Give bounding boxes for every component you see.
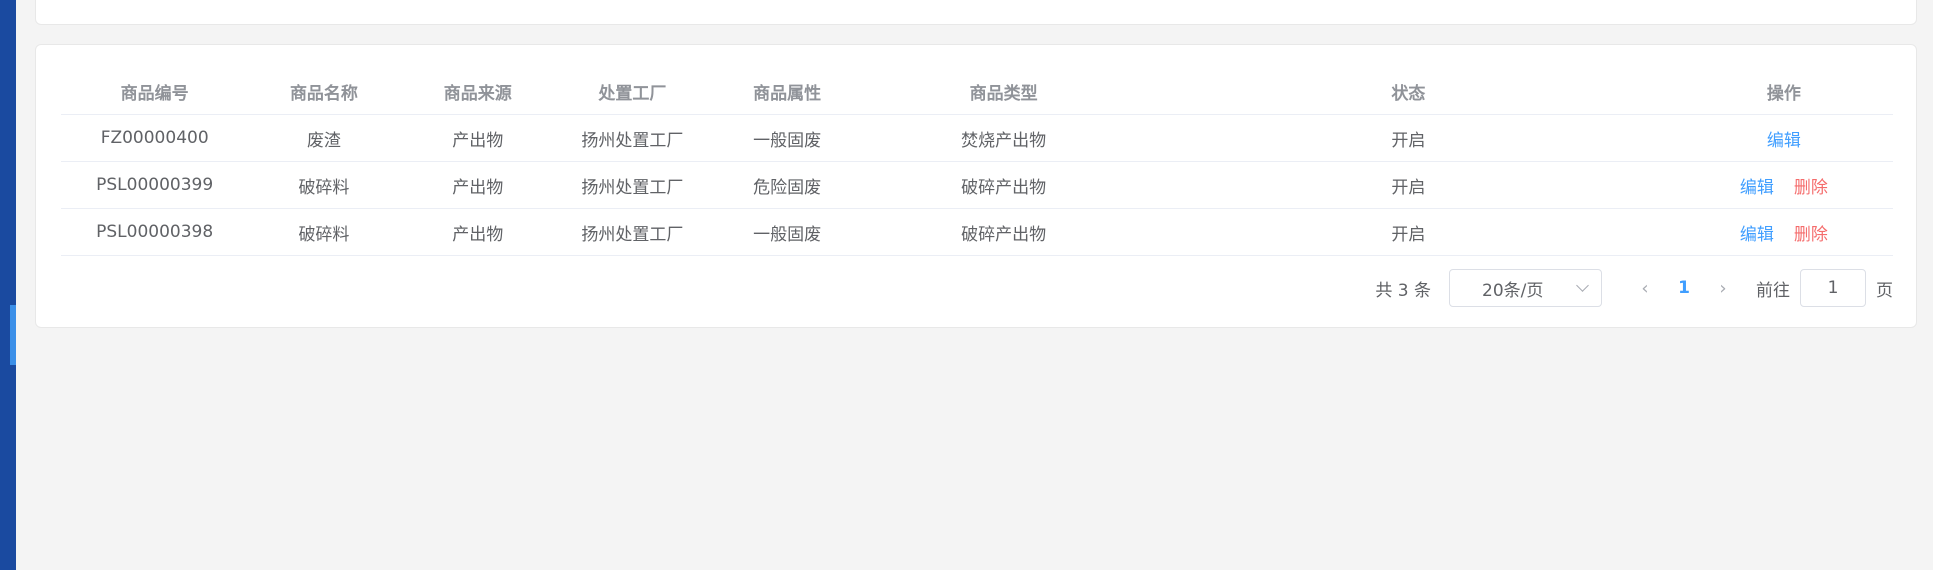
goto-label: 前往 — [1756, 280, 1790, 301]
cell-type: 破碎产出物 — [961, 224, 1047, 245]
page-size-select[interactable]: 20条/页 — [1449, 269, 1602, 307]
edit-link[interactable]: 编辑 — [1740, 173, 1774, 198]
cell-status: 开启 — [1391, 224, 1426, 245]
goto-page-input[interactable] — [1800, 269, 1866, 307]
cell-actions: 编辑 删除 — [1675, 220, 1893, 245]
cell-attribute: 危险固废 — [753, 177, 822, 198]
page-number-current[interactable]: 1 — [1664, 278, 1704, 298]
chevron-down-icon — [1576, 279, 1589, 292]
column-header-actions: 操作 — [1766, 84, 1801, 104]
delete-link[interactable]: 删除 — [1794, 173, 1828, 198]
table-row: PSL00000399 破碎料 产出物 扬州处置工厂 危险固废 破碎产出物 开启… — [61, 162, 1893, 209]
pagination: 共 3 条 20条/页 ‹ 1 › 前往 页 — [1375, 269, 1893, 307]
cell-actions: 编辑 — [1675, 126, 1893, 151]
next-page-button[interactable]: › — [1710, 278, 1736, 299]
cell-status: 开启 — [1391, 177, 1426, 198]
filter-card — [35, 0, 1917, 25]
cell-actions: 编辑 删除 — [1675, 173, 1893, 198]
cell-factory: 扬州处置工厂 — [581, 177, 684, 198]
cell-source: 产出物 — [452, 177, 504, 198]
cell-source: 产出物 — [452, 224, 504, 245]
delete-link[interactable]: 删除 — [1794, 220, 1828, 245]
column-header-attribute: 商品属性 — [753, 84, 822, 104]
edit-link[interactable]: 编辑 — [1767, 126, 1801, 151]
page-size-value: 20条/页 — [1482, 280, 1544, 301]
cell-type: 破碎产出物 — [961, 177, 1047, 198]
table-row: PSL00000398 破碎料 产出物 扬州处置工厂 一般固废 破碎产出物 开启… — [61, 209, 1893, 256]
column-header-name: 商品名称 — [289, 84, 358, 104]
sidebar-strip — [0, 0, 16, 570]
prev-page-button[interactable]: ‹ — [1632, 278, 1658, 299]
cell-factory: 扬州处置工厂 — [581, 224, 684, 245]
table-card: 商品编号 商品名称 商品来源 处置工厂 商品属性 商品类型 状态 操作 FZ00… — [35, 44, 1917, 328]
cell-source: 产出物 — [452, 130, 504, 151]
cell-attribute: 一般固废 — [753, 130, 822, 151]
sidebar-active-indicator — [10, 305, 16, 365]
cell-status: 开启 — [1391, 130, 1426, 151]
cell-factory: 扬州处置工厂 — [581, 130, 684, 151]
column-header-code: 商品编号 — [120, 84, 189, 104]
table-header-row: 商品编号 商品名称 商品来源 处置工厂 商品属性 商品类型 状态 操作 — [61, 69, 1893, 115]
table-row: FZ00000400 废渣 产出物 扬州处置工厂 一般固废 焚烧产出物 开启 编… — [61, 115, 1893, 162]
cell-code: PSL00000398 — [96, 222, 214, 242]
cell-attribute: 一般固废 — [753, 224, 822, 245]
cell-name: 破碎料 — [298, 224, 350, 245]
cell-type: 焚烧产出物 — [961, 130, 1047, 151]
column-header-factory: 处置工厂 — [598, 84, 667, 104]
column-header-status: 状态 — [1391, 84, 1426, 104]
edit-link[interactable]: 编辑 — [1740, 220, 1774, 245]
column-header-type: 商品类型 — [969, 84, 1038, 104]
pagination-total: 共 3 条 — [1375, 280, 1431, 301]
cell-name: 破碎料 — [298, 177, 350, 198]
cell-code: PSL00000399 — [96, 175, 214, 195]
goto-unit-label: 页 — [1876, 280, 1893, 301]
cell-code: FZ00000400 — [100, 128, 209, 148]
goods-table: 商品编号 商品名称 商品来源 处置工厂 商品属性 商品类型 状态 操作 FZ00… — [61, 69, 1893, 256]
cell-name: 废渣 — [306, 130, 341, 151]
column-header-source: 商品来源 — [443, 84, 512, 104]
